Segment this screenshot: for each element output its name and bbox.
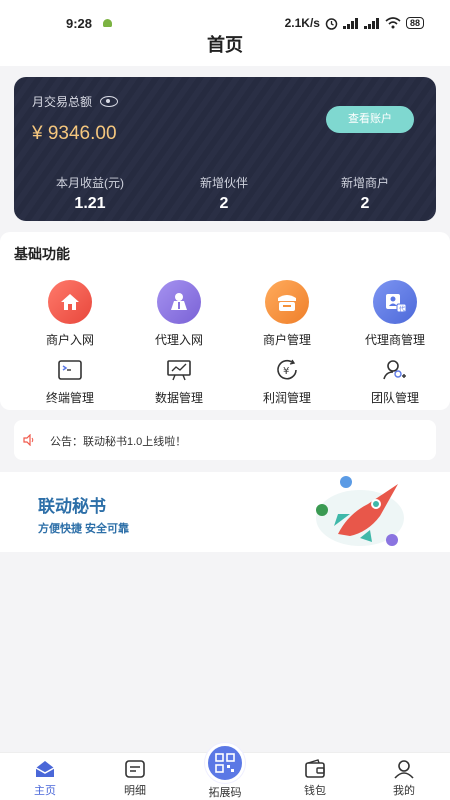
function-label: 商户入网 [45,333,94,347]
qr-code-button[interactable] [205,743,245,783]
battery-icon: 88 [405,17,424,29]
function-label: 利润管理 [262,391,311,405]
section-heading: 基础功能 [14,246,70,262]
detail-icon [124,759,146,779]
android-icon [103,19,112,27]
alarm-icon [325,17,338,30]
status-icons: 2.1K/s 88 [285,16,424,30]
signal-icon-2 [363,17,380,29]
stat-title: 本月收益(元) [56,176,124,190]
monthly-total-text: 月交易总额 [32,95,93,109]
eye-icon[interactable] [100,96,119,107]
stat-value: 2 [219,195,229,212]
tab-label-qr: 拓展码 [208,787,242,799]
account-summary-card: 月交易总额 ¥ 9346.00 查看账户 本月收益(元) 1.21 新增伙伴 2… [14,77,436,221]
svg-text:代: 代 [399,305,405,313]
team-add-icon [382,358,408,382]
agent-icon: 代 [373,280,417,324]
announcement-bar[interactable]: 公告：联动秘书1.0上线啦！ [14,420,436,460]
announcement-text: 公告：联动秘书1.0上线啦！ [50,436,187,448]
home-tab-icon [34,759,56,779]
page-title: 首页 [0,34,450,66]
stat-monthly-income: 本月收益(元) 1.21 [30,174,150,213]
function-merchant-onboard[interactable]: 商户入网 [14,280,126,348]
function-agent-manage[interactable]: 代 代理商管理 [339,280,450,348]
basic-functions-section: 基础功能 商户入网 代理入网 商户管理 代 代理商管理 终端管理 数据管理 ¥ … [0,232,450,410]
banner-title: 联动秘书 [38,497,106,516]
tab-label: 钱包 [304,785,326,797]
rocket-illustration [316,476,404,546]
home-icon [48,280,92,324]
monthly-total-amount: ¥ 9346.00 [32,123,117,144]
promo-banner[interactable]: 联动秘书 方便快捷 安全可靠 [0,472,450,552]
tab-wallet[interactable]: 钱包 [285,759,345,798]
signal-icon [342,17,359,29]
tab-label: 我的 [393,785,415,797]
banner-subtitle: 方便快捷 安全可靠 [38,523,130,535]
function-label: 商户管理 [262,333,311,347]
function-label: 代理商管理 [364,333,425,347]
yen-refresh-icon: ¥ [274,358,300,382]
tab-label: 明细 [124,785,146,797]
tab-profile[interactable]: 我的 [374,759,434,798]
function-merchant-manage[interactable]: 商户管理 [231,280,343,348]
tab-detail[interactable]: 明细 [105,759,165,798]
function-label: 代理入网 [154,333,203,347]
tab-label: 主页 [34,785,56,797]
tab-home[interactable]: 主页 [15,759,75,798]
stat-new-partners: 新增伙伴 2 [164,174,284,213]
function-label: 团队管理 [370,391,419,405]
wifi-icon [385,17,401,29]
function-data-manage[interactable]: 数据管理 [123,358,235,406]
function-team-manage[interactable]: 团队管理 [339,358,450,406]
shop-icon [265,280,309,324]
status-time: 9:28 [66,16,93,31]
qr-code-icon [215,753,235,773]
chart-board-icon [166,358,192,382]
stat-new-merchants: 新增商户 2 [305,174,425,213]
stat-value: 1.21 [74,195,106,212]
speaker-icon [23,434,34,446]
function-terminal-manage[interactable]: 终端管理 [14,358,126,406]
function-profit-manage[interactable]: ¥ 利润管理 [231,358,343,406]
function-label: 数据管理 [154,391,203,405]
function-label: 终端管理 [45,391,94,405]
network-speed: 2.1K/s [284,16,320,30]
view-account-button[interactable]: 查看账户 [326,106,414,133]
status-bar: 9:28 2.1K/s 88 [0,0,450,34]
function-agent-onboard[interactable]: 代理入网 [123,280,235,348]
wallet-icon [304,759,326,779]
stat-value: 2 [360,195,370,212]
stat-title: 新增商户 [340,176,389,190]
svg-text:¥: ¥ [283,366,289,377]
stat-title: 新增伙伴 [199,176,248,190]
person-icon [157,280,201,324]
terminal-icon [57,358,83,382]
user-icon [393,759,415,779]
monthly-total-label: 月交易总额 [32,93,119,110]
